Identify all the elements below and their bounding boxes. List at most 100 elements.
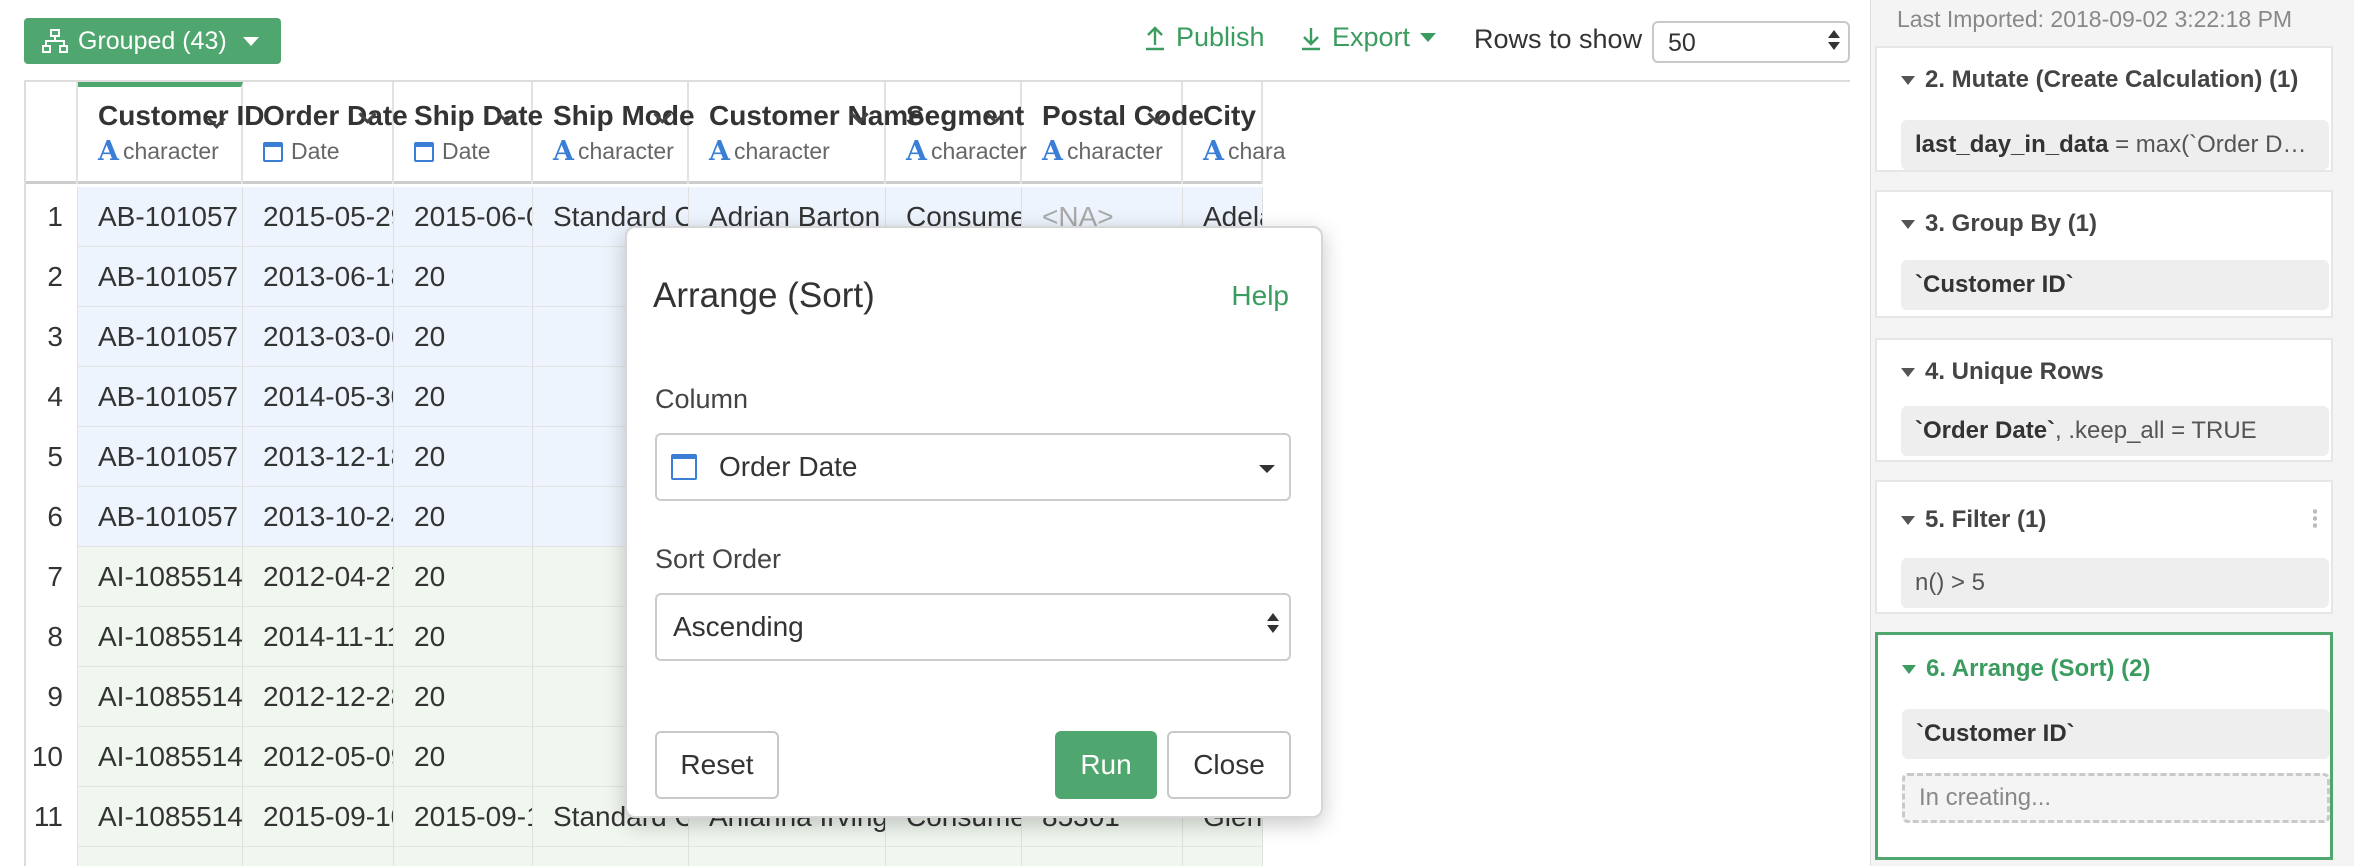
step-title: 3. Group By (1)	[1925, 210, 2098, 237]
column-name: City	[1203, 100, 1256, 131]
caret-down-icon	[1420, 33, 1437, 42]
steps-panel: Last Imported: 2018-09-02 3:22:18 PM 2. …	[1870, 0, 2354, 866]
row-number-header	[26, 82, 78, 184]
table-cell: 20	[394, 307, 533, 367]
column-type-label: character	[1066, 138, 1163, 164]
sort-order-select[interactable]: Ascending	[655, 593, 1291, 661]
table-cell: 20	[394, 667, 533, 727]
step-title: 6. Arrange (Sort) (2)	[1926, 655, 2151, 682]
download-icon	[1302, 27, 1320, 50]
column-header[interactable]: Postal Code Acharacter	[1022, 82, 1204, 184]
rows-to-show-label: Rows to show	[1474, 24, 1643, 54]
table-cell: 2012-12-28	[243, 667, 394, 727]
grouped-button[interactable]: Grouped (43)	[24, 18, 281, 64]
table-cell: Standard Class	[533, 847, 689, 866]
table-cell: 85301	[1022, 847, 1183, 866]
step-title: 5. Filter (1)	[1925, 506, 2047, 533]
calendar-icon	[671, 454, 697, 480]
table-cell: 2015-09-10	[243, 787, 394, 847]
column-type: Acharacter	[553, 138, 687, 165]
table-cell: AB-101057	[78, 247, 243, 307]
calendar-icon	[263, 141, 283, 162]
step-arrange-sort[interactable]: 6. Arrange (Sort) (2) `Customer ID` In c…	[1875, 632, 2333, 860]
column-select[interactable]: Order Date	[655, 433, 1291, 501]
arrange-sort-dialog: Arrange (Sort) Help Column Order Date So…	[625, 226, 1323, 818]
close-button[interactable]: Close	[1167, 731, 1291, 799]
export-button[interactable]: Export	[1300, 22, 1437, 53]
table-cell: Arianna Irving	[689, 847, 886, 866]
step-expression[interactable]: `Customer ID`	[1901, 260, 2329, 310]
step-expression-main: `Order Date`	[1915, 417, 2056, 444]
step-unique-rows[interactable]: 4. Unique Rows `Order Date`, .keep_all =…	[1875, 338, 2333, 462]
rows-to-show-value: 50	[1668, 29, 1696, 57]
step-expression[interactable]: `Customer ID`	[1902, 709, 2330, 759]
table-header: Customer ID Acharacter Order Date Date Ship …	[26, 82, 1286, 184]
table-cell: 2015-05-29	[243, 187, 394, 247]
table-row[interactable]: 12AI-1085514042013-03-142013-03-18Standa…	[26, 847, 1263, 866]
step-expression[interactable]: `Order Date`, .keep_all = TRUE	[1901, 406, 2329, 456]
column-header[interactable]: Order Date Date	[243, 82, 408, 184]
column-type-label: character	[930, 138, 1027, 164]
text-type-icon: A	[553, 136, 574, 167]
collapse-triangle-icon	[1901, 75, 1915, 85]
column-header[interactable]: Ship Date Date	[394, 82, 543, 184]
column-header[interactable]: Segment Acharacter	[886, 82, 1027, 184]
table-cell: 2014-11-11	[243, 607, 394, 667]
table-cell: 2013-03-18	[394, 847, 533, 866]
row-number: 7	[26, 547, 78, 607]
column-header[interactable]: Customer ID Acharacter	[78, 82, 264, 184]
reset-button[interactable]: Reset	[655, 731, 779, 799]
text-type-icon: A	[1203, 136, 1224, 167]
table-cell: AB-101057	[78, 487, 243, 547]
step-title-row: 6. Arrange (Sort) (2)	[1902, 655, 2150, 683]
step-mutate[interactable]: 2. Mutate (Create Calculation) (1) last_…	[1875, 46, 2333, 172]
step-expression-rest: n() > 5	[1915, 569, 1986, 596]
step-expression-main: `Customer ID`	[1915, 271, 2074, 298]
column-type: Date	[414, 138, 531, 165]
row-number: 3	[26, 307, 78, 367]
row-number: 11	[26, 787, 78, 847]
export-label: Export	[1332, 22, 1411, 52]
table-cell: AI-108551404	[78, 727, 243, 787]
step-expression[interactable]: last_day_in_data = max(`Order Dat...	[1901, 120, 2329, 170]
table-cell: 20	[394, 607, 533, 667]
table-cell: 20	[394, 547, 533, 607]
column-type: Achara	[1203, 136, 1286, 167]
publish-button[interactable]: Publish	[1144, 22, 1265, 53]
step-title: 2. Mutate (Create Calculation) (1)	[1925, 66, 2299, 93]
step-expression-main: `Customer ID`	[1916, 720, 2075, 747]
help-link[interactable]: Help	[1231, 280, 1289, 312]
table-cell: 20	[394, 247, 533, 307]
column-header[interactable]: Ship Mode Acharacter	[533, 82, 695, 184]
column-type-label: character	[577, 138, 674, 164]
table-cell: AI-108551404	[78, 847, 243, 866]
step-group-by[interactable]: 3. Group By (1) `Customer ID`	[1875, 190, 2333, 318]
table-cell: 20	[394, 727, 533, 787]
column-type: Acharacter	[1042, 138, 1181, 165]
table-cell: 2013-12-18	[243, 427, 394, 487]
in-creating-placeholder[interactable]: In creating...	[1902, 773, 2330, 823]
run-button[interactable]: Run	[1055, 731, 1157, 799]
column-type-label: character	[122, 138, 219, 164]
table-cell: 2013-03-06	[243, 307, 394, 367]
step-expression[interactable]: n() > 5	[1901, 558, 2329, 608]
row-number: 10	[26, 727, 78, 787]
publish-label: Publish	[1176, 22, 1265, 52]
row-number: 5	[26, 427, 78, 487]
table-cell: AI-108551404	[78, 607, 243, 667]
rows-to-show-select[interactable]: 50	[1652, 21, 1850, 63]
last-imported-text: Last Imported: 2018-09-02 3:22:18 PM	[1897, 6, 2293, 32]
row-number: 4	[26, 367, 78, 427]
column-header[interactable]: City Achara	[1183, 82, 1286, 184]
table-cell: 20	[394, 487, 533, 547]
step-title-row: 5. Filter (1)	[1901, 506, 2046, 534]
column-header[interactable]: Customer Name Acharacter	[689, 82, 924, 184]
step-title-row: 3. Group By (1)	[1901, 210, 2097, 238]
step-expression-rest: , .keep_all = TRUE	[2055, 417, 2257, 444]
collapse-triangle-icon	[1901, 367, 1915, 377]
step-filter[interactable]: 5. Filter (1) n() > 5	[1875, 480, 2333, 614]
row-number: 2	[26, 247, 78, 307]
updown-arrows-icon	[1267, 613, 1279, 633]
kebab-menu-icon[interactable]	[2313, 508, 2317, 528]
table-cell: AI-108551404	[78, 787, 243, 847]
